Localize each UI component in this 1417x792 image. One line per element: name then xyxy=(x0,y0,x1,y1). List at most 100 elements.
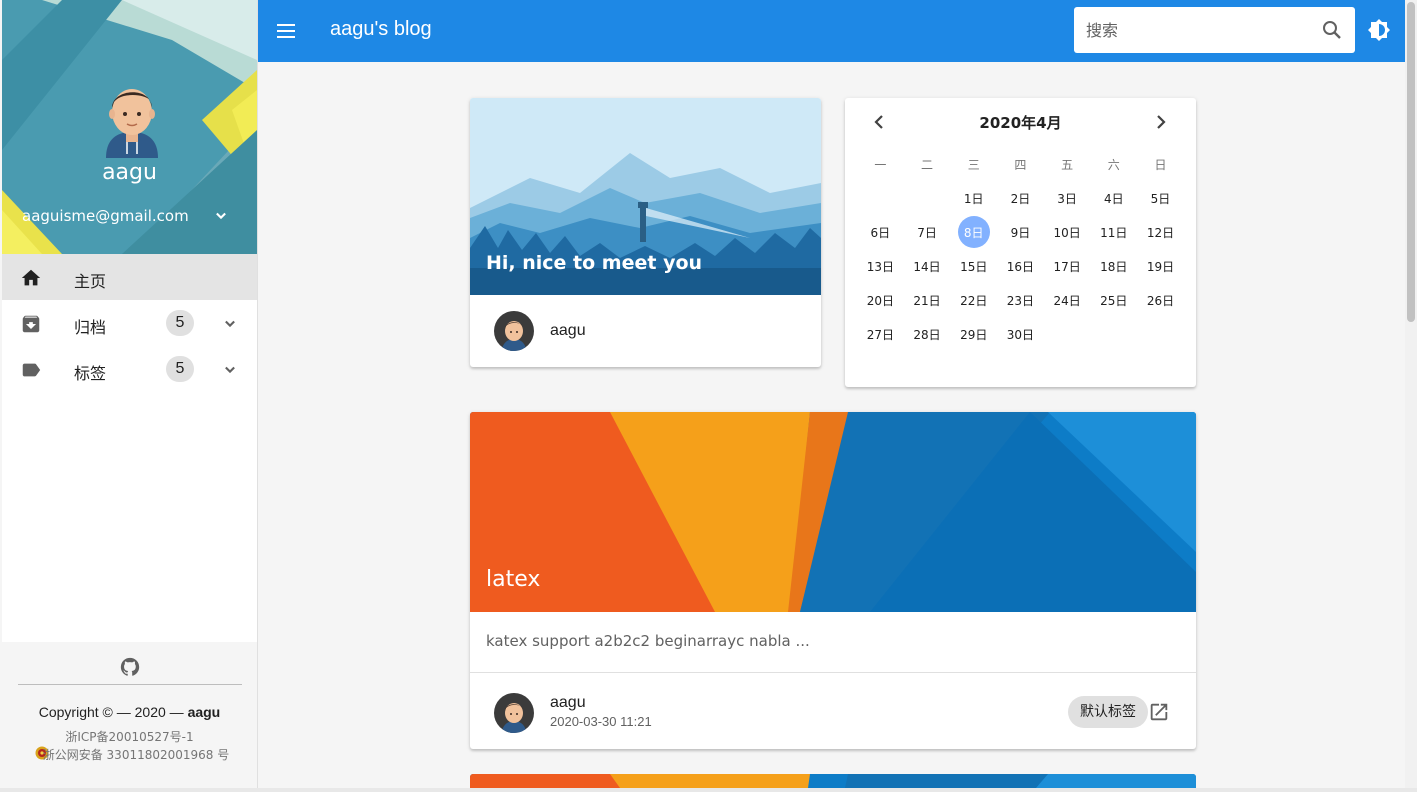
calendar-day[interactable]: 27日 xyxy=(857,317,904,351)
copyright-owner: aagu xyxy=(187,704,221,720)
calendar-day[interactable]: 19日 xyxy=(1137,249,1184,283)
calendar-day[interactable]: 23日 xyxy=(997,283,1044,317)
calendar-day-label: 15日 xyxy=(960,259,988,274)
post-cover-image[interactable] xyxy=(470,774,1196,788)
calendar-weekday: 三 xyxy=(967,157,980,172)
calendar-empty-cell xyxy=(1090,317,1137,351)
open-in-new-icon[interactable] xyxy=(1148,701,1170,723)
page-bottom-edge xyxy=(0,788,1417,792)
calendar-month-title[interactable]: 2020年4月 xyxy=(845,112,1196,133)
calendar-day-label: 24日 xyxy=(1053,293,1081,308)
post-title[interactable]: latex xyxy=(486,567,540,592)
footer-divider xyxy=(18,684,242,685)
sidebar-item-home[interactable]: 主页 xyxy=(2,254,257,300)
calendar-day[interactable]: 18日 xyxy=(1090,249,1137,283)
calendar-day[interactable]: 8日 xyxy=(950,215,997,249)
calendar-day[interactable]: 21日 xyxy=(904,283,951,317)
chevron-down-icon[interactable] xyxy=(220,314,240,334)
calendar-card: 2020年4月 一 二 三 四 五 六 日 1日 2日 3日 4日 5日 6日 7日 8日 9日 10日 11日 1… xyxy=(845,98,1196,387)
next-post-card xyxy=(470,774,1196,788)
sidebar-item-label: 归档 xyxy=(74,318,107,337)
chevron-right-icon[interactable] xyxy=(1149,110,1173,134)
calendar-empty-cell xyxy=(857,181,904,215)
calendar-day[interactable]: 15日 xyxy=(950,249,997,283)
post-divider xyxy=(470,672,1196,673)
calendar-day-label: 3日 xyxy=(1057,191,1077,206)
calendar-day[interactable]: 14日 xyxy=(904,249,951,283)
calendar-day[interactable]: 5日 xyxy=(1137,181,1184,215)
brightness-icon[interactable] xyxy=(1367,18,1391,42)
avatar[interactable] xyxy=(494,311,534,351)
calendar-day[interactable]: 12日 xyxy=(1137,215,1184,249)
calendar-grid: 一 二 三 四 五 六 日 1日 2日 3日 4日 5日 6日 7日 8日 9日 10日 11日 12日 13日 14日… xyxy=(857,147,1184,351)
search-box xyxy=(1074,7,1355,53)
calendar-day[interactable]: 16日 xyxy=(997,249,1044,283)
icp-link[interactable]: 浙ICP备20010527号-1 xyxy=(2,728,257,745)
calendar-day-label: 4日 xyxy=(1103,191,1124,206)
calendar-weekday: 日 xyxy=(1154,157,1167,172)
avatar[interactable] xyxy=(494,693,534,733)
calendar-day[interactable]: 3日 xyxy=(1044,181,1091,215)
calendar-day[interactable]: 30日 xyxy=(997,317,1044,351)
calendar-weekday: 二 xyxy=(921,157,934,172)
sidebar-item-archive[interactable]: 归档 5 xyxy=(2,300,257,346)
search-input[interactable] xyxy=(1086,7,1316,53)
calendar-day-label: 28日 xyxy=(913,327,941,342)
copyright-prefix: Copyright © — 2020 — xyxy=(38,704,184,720)
calendar-day[interactable]: 9日 xyxy=(997,215,1044,249)
gongan-link[interactable]: 浙公网安备 33011802001968 号 xyxy=(36,745,236,765)
app-title[interactable]: aagu's blog xyxy=(330,18,432,41)
chevron-down-icon[interactable] xyxy=(220,360,240,380)
calendar-day-label: 10日 xyxy=(1053,225,1081,240)
calendar-day[interactable]: 25日 xyxy=(1090,283,1137,317)
profile-name: aagu xyxy=(102,160,157,185)
calendar-day[interactable]: 7日 xyxy=(904,215,951,249)
profile-avatar[interactable] xyxy=(100,80,164,158)
calendar-day[interactable]: 22日 xyxy=(950,283,997,317)
calendar-day-label: 8日 xyxy=(957,216,990,248)
calendar-day-label: 7日 xyxy=(917,225,937,240)
calendar-day-label: 12日 xyxy=(1146,225,1175,240)
welcome-text: Hi, nice to meet you xyxy=(486,252,703,274)
calendar-day-label: 29日 xyxy=(960,327,988,342)
calendar-day[interactable]: 1日 xyxy=(950,181,997,215)
post-date: 2020-03-30 11:21 xyxy=(550,714,652,729)
post-card: latex katex support a2b2c2 beginarrayc n… xyxy=(470,412,1196,749)
calendar-day[interactable]: 29日 xyxy=(950,317,997,351)
calendar-day-label: 20日 xyxy=(866,293,894,308)
calendar-day[interactable]: 2日 xyxy=(997,181,1044,215)
profile-header: aagu aaguisme@gmail.com xyxy=(2,0,257,254)
post-excerpt: katex support a2b2c2 beginarrayc nabla .… xyxy=(486,632,810,650)
calendar-day-label: 1日 xyxy=(963,191,984,206)
avatar-image xyxy=(494,311,534,351)
sidebar-item-tags[interactable]: 标签 5 xyxy=(2,346,257,392)
calendar-weekday: 四 xyxy=(1014,157,1027,172)
calendar-day[interactable]: 10日 xyxy=(1044,215,1091,249)
post-author: aagu xyxy=(550,694,586,711)
calendar-day[interactable]: 6日 xyxy=(857,215,904,249)
author-name: aagu xyxy=(550,322,586,339)
avatar-image xyxy=(494,693,534,733)
scrollbar-thumb[interactable] xyxy=(1407,2,1415,322)
calendar-day[interactable]: 26日 xyxy=(1137,283,1184,317)
calendar-day-label: 9日 xyxy=(1010,225,1031,240)
github-icon[interactable] xyxy=(119,656,141,678)
calendar-day-label: 25日 xyxy=(1100,293,1128,308)
label-icon xyxy=(22,363,41,377)
search-icon[interactable] xyxy=(1320,18,1344,42)
calendar-day[interactable]: 13日 xyxy=(857,249,904,283)
calendar-day[interactable]: 11日 xyxy=(1090,215,1137,249)
calendar-day[interactable]: 24日 xyxy=(1044,283,1091,317)
calendar-day[interactable]: 4日 xyxy=(1090,181,1137,215)
calendar-day[interactable]: 20日 xyxy=(857,283,904,317)
tag-chip[interactable]: 默认标签 xyxy=(1068,696,1148,728)
calendar-day[interactable]: 17日 xyxy=(1044,249,1091,283)
app-bar: aagu's blog xyxy=(258,0,1405,62)
calendar-day-label: 16日 xyxy=(1006,259,1035,274)
profile-email: aaguisme@gmail.com xyxy=(22,207,189,225)
menu-icon[interactable] xyxy=(274,19,298,43)
calendar-day-label: 6日 xyxy=(870,225,891,240)
chevron-down-icon[interactable] xyxy=(211,206,231,226)
calendar-day[interactable]: 28日 xyxy=(904,317,951,351)
post-cover-image[interactable] xyxy=(470,412,1196,612)
